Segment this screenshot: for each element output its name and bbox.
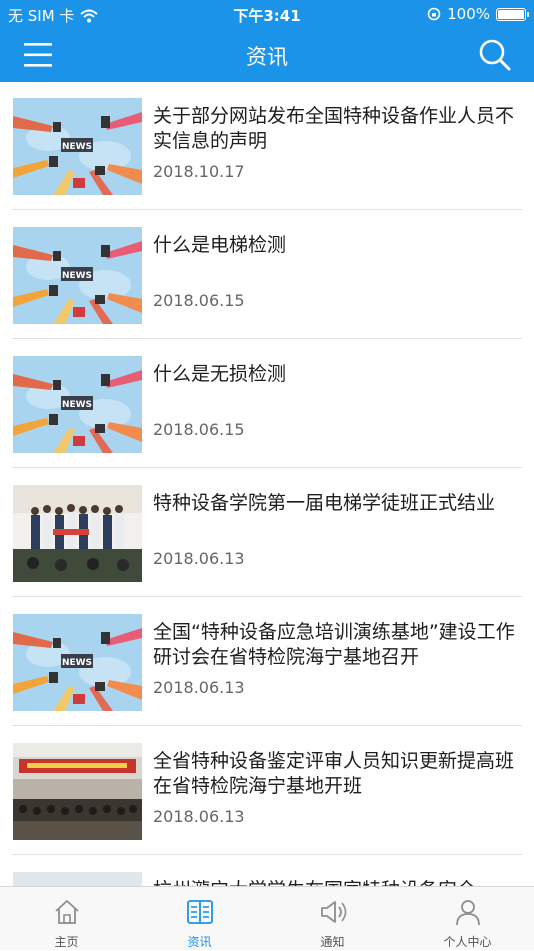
svg-text:NEWS: NEWS	[62, 658, 92, 668]
news-thumbnail: NEWS	[13, 227, 142, 324]
svg-text:NEWS: NEWS	[62, 400, 92, 410]
news-book-icon	[186, 900, 213, 924]
news-item[interactable]: 杭州瀧宁大学学生在国家特种设备安全	[12, 856, 522, 886]
search-icon	[479, 39, 511, 71]
news-title: 什么是电梯检测	[153, 234, 287, 256]
news-date: 2018.06.15	[153, 291, 245, 310]
status-right: 100%	[427, 5, 529, 23]
news-item[interactable]: NEWS 全国“特种设备应急培训演练基地”建设工作研讨会在省特检院海宁基地召开 …	[12, 598, 522, 726]
battery-percent: 100%	[447, 5, 490, 23]
news-title: 杭州瀧宁大学学生在国家特种设备安全	[153, 878, 515, 886]
tab-home[interactable]: 主页	[0, 887, 133, 951]
search-button[interactable]	[478, 38, 512, 72]
tab-bar: 主页 资讯 通知 个人中心	[0, 886, 534, 950]
svg-text:NEWS: NEWS	[62, 142, 92, 152]
person-icon	[455, 900, 480, 926]
battery-icon	[496, 7, 529, 21]
tab-home-label: 主页	[54, 935, 79, 949]
news-date: 2018.06.15	[153, 420, 245, 439]
news-title: 特种设备学院第一届电梯学徒班正式结业	[153, 492, 496, 514]
news-item[interactable]: NEWS 什么是电梯检测 2018.06.15	[12, 211, 522, 339]
news-date: 2018.06.13	[153, 549, 245, 568]
tab-notice-label: 通知	[320, 935, 345, 949]
news-title: 全省特种设备鉴定评审人员知识更新提高班在省特检院海宁基地开班	[153, 750, 515, 797]
news-item[interactable]: NEWS 什么是无损检测 2018.06.15	[12, 340, 522, 468]
tab-profile[interactable]: 个人中心	[401, 887, 534, 951]
news-item[interactable]: NEWS 关于部分网站发布全国特种设备作业人员不实信息的声明 2018.10.1…	[12, 82, 522, 210]
tab-profile-label: 个人中心	[443, 935, 492, 949]
news-date: 2018.06.13	[153, 678, 245, 697]
news-title: 关于部分网站发布全国特种设备作业人员不实信息的声明	[153, 105, 515, 152]
svg-text:NEWS: NEWS	[62, 271, 92, 281]
news-thumbnail	[13, 872, 142, 886]
news-title: 什么是无损检测	[153, 363, 287, 385]
orientation-lock-icon	[427, 7, 441, 21]
news-date: 2018.10.17	[153, 162, 245, 181]
battery-fill	[498, 9, 524, 19]
speaker-icon	[320, 901, 346, 923]
news-title: 全国“特种设备应急培训演练基地”建设工作研讨会在省特检院海宁基地召开	[153, 621, 515, 668]
tab-notice[interactable]: 通知	[266, 887, 399, 951]
news-thumbnail: NEWS	[13, 98, 142, 195]
status-bar: 无 SIM 卡 下午3:41 100%	[0, 0, 534, 28]
tab-news-label: 资讯	[187, 935, 212, 949]
news-thumbnail: NEWS	[13, 614, 142, 711]
news-thumbnail: NEWS	[13, 356, 142, 453]
news-date: 2018.06.13	[153, 807, 245, 826]
news-list[interactable]: NEWS 关于部分网站发布全国特种设备作业人员不实信息的声明 2018.10.1…	[0, 82, 534, 886]
news-item[interactable]: 全省特种设备鉴定评审人员知识更新提高班在省特检院海宁基地开班 2018.06.1…	[12, 727, 522, 855]
home-icon	[54, 900, 79, 924]
news-thumbnail	[13, 743, 142, 840]
page-title: 资讯	[246, 45, 288, 69]
news-thumbnail	[13, 485, 142, 582]
nav-bar: 资讯	[0, 28, 534, 82]
news-item[interactable]: 特种设备学院第一届电梯学徒班正式结业 2018.06.13	[12, 469, 522, 597]
tab-news[interactable]: 资讯	[133, 887, 266, 951]
